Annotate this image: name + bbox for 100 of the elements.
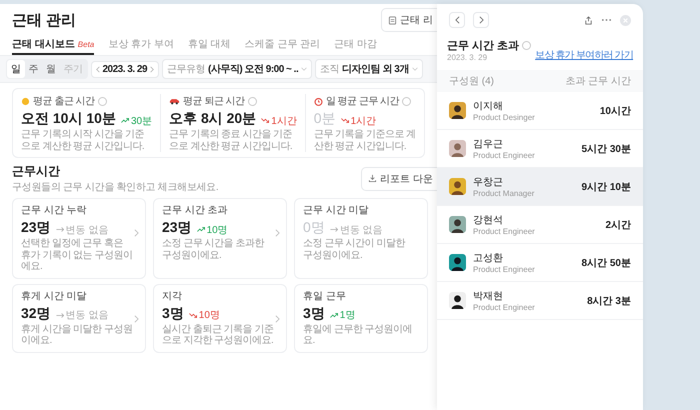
report-download-button[interactable]: 리포트 다운: [361, 166, 437, 190]
chevron-right-icon[interactable]: [150, 66, 154, 72]
share-icon[interactable]: [584, 16, 593, 24]
stat-value: 0분: [314, 110, 336, 128]
trend-change: 10명: [206, 224, 228, 236]
member-role: Product Engineer: [473, 303, 536, 312]
trend-change: 30분: [130, 114, 152, 128]
chevron-right-icon: [275, 229, 280, 237]
member-role: Product Engineer: [473, 227, 536, 236]
caret-down-icon: [412, 67, 418, 71]
stat-label: 평균 출근 시간: [33, 95, 95, 108]
trend-change: 10명: [198, 309, 220, 322]
trend-change: 변동 없음: [66, 309, 108, 322]
member-row[interactable]: 박재현 Product Engineer 8시간 3분: [437, 282, 643, 320]
member-name: 김우근: [473, 138, 504, 151]
card-title: 근무 시간 누락: [21, 204, 88, 217]
chevron-left-icon: [454, 16, 460, 24]
member-row[interactable]: 강현석 Product Engineer 2시간: [437, 206, 643, 244]
member-role: Product Engineer: [473, 151, 536, 160]
more-icon[interactable]: [601, 18, 612, 22]
organization-dropdown[interactable]: 조직 디자인팀 외 3개: [315, 59, 423, 79]
card-description: 소정 근무 시간이 미달한 구성원이에요.: [303, 238, 406, 261]
chevron-right-icon: [275, 314, 280, 322]
section-subtitle: 구성원들의 근무 시간을 확인하고 체크해보세요.: [12, 181, 218, 194]
member-name: 우창근: [473, 176, 504, 189]
beta-label: Beta: [78, 40, 94, 49]
trend-change: 변동 없음: [66, 224, 108, 236]
forward-button[interactable]: [473, 12, 489, 28]
stat-description: 근무 기록의 시작 시간을 기준으로 계산한 평균 시간입니다.: [21, 129, 146, 152]
card-value: 23명: [162, 219, 192, 237]
column-header: 구성원 (4): [449, 75, 494, 88]
stat-label: 일 평균 근무 시간: [326, 95, 400, 108]
card-description: 소정 근무 시간을 초과한 구성원이에요.: [162, 238, 266, 261]
stat-description: 근무 기록을 기준으로 계산한 평균 시간입니다.: [314, 129, 416, 152]
info-icon: [98, 96, 107, 106]
info-icon: [402, 96, 412, 106]
column-header: 초과 근무 시간: [565, 75, 631, 88]
chevron-right-icon: [478, 16, 484, 24]
alarm-clock-icon: [314, 96, 323, 106]
member-role: Product Desinger: [473, 113, 536, 122]
card-description: 휴게 시간을 미달한 구성원이에요.: [21, 324, 133, 346]
info-icon: [248, 96, 257, 106]
stat-value: 오후 8시 20분: [169, 110, 256, 128]
compensation-leave-link[interactable]: 보상 휴가 부여하러 가기: [535, 48, 634, 62]
stat-label: 평균 퇴근 시간: [183, 95, 245, 108]
download-icon: [368, 174, 378, 183]
card-value: 23명: [21, 219, 51, 237]
card-title: 휴일 근무: [303, 290, 347, 302]
metric-card[interactable]: 휴일 근무 3명 1명 휴일에 근무한 구성원이에요.: [294, 284, 428, 352]
info-icon: [522, 41, 532, 50]
card-description: 휴일에 근무한 구성원이에요.: [303, 324, 414, 346]
metric-card[interactable]: 휴게 시간 미달 32명 변동 없음 휴게 시간을 미달한 구성원이에요.: [12, 284, 146, 352]
stat-description: 근무 기록의 종료 시간을 기준으로 계산한 평균 시간입니다.: [169, 129, 294, 152]
card-title: 휴게 시간 미달: [21, 290, 88, 302]
overtime-value: 10시간: [600, 104, 631, 118]
member-name: 강현석: [473, 214, 504, 227]
card-title: 지각: [162, 290, 183, 302]
panel-title: 근무 시간 초과: [447, 39, 520, 53]
page-title: 근태 관리: [12, 10, 76, 30]
work-type-dropdown[interactable]: 근무유형 (사무직) 오전 9:00 ~ ..: [162, 59, 312, 79]
overtime-value: 8시간 3분: [587, 294, 631, 308]
caret-down-icon: [301, 67, 308, 71]
chevron-right-icon: [134, 229, 139, 237]
card-value: 3명: [303, 304, 325, 322]
date-text: 2023. 3. 29: [102, 64, 148, 74]
overtime-value: 5시간 30분: [582, 142, 631, 156]
period-tab[interactable]: 일: [7, 60, 24, 78]
car-icon: [169, 97, 180, 105]
stat-value: 오전 10시 10분: [21, 110, 116, 128]
chevron-right-icon: [134, 314, 139, 322]
member-row[interactable]: 이지해 Product Desinger 10시간: [437, 92, 643, 130]
trend-change: 1명: [340, 309, 356, 322]
trend-change: 1시간: [271, 114, 297, 128]
member-row[interactable]: 우창근 Product Manager 9시간 10분: [437, 168, 643, 206]
metric-card[interactable]: 지각 3명 10명 실시간 출퇴근 기록을 기준으로 지각한 구성원이에요.: [153, 284, 287, 352]
trend-change: 1시간: [350, 114, 376, 128]
overtime-value: 8시간 50분: [582, 256, 631, 270]
header-button[interactable]: 근태 리: [381, 8, 437, 32]
card-description: 실시간 출퇴근 기록을 기준으로 지각한 구성원이에요.: [162, 324, 274, 346]
overtime-value: 2시간: [605, 218, 631, 232]
member-row[interactable]: 고성환 Product Engineer 8시간 50분: [437, 244, 643, 282]
panel-date: 2023. 3. 29: [447, 53, 488, 62]
back-button[interactable]: [449, 12, 465, 28]
document-icon: [388, 16, 398, 24]
member-name: 박재현: [473, 290, 504, 303]
member-name: 이지해: [473, 100, 504, 113]
trend-change: 변동 없음: [340, 224, 383, 236]
metric-card[interactable]: 근무 시간 누락 23명 변동 없음 선택한 일정에 근무 혹은 휴가 기록이 없는 구성원이에요.: [12, 198, 146, 278]
metric-card[interactable]: 근무 시간 초과 23명 10명 소정 근무 시간을 초과한 구성원이에요.: [153, 198, 287, 278]
section-title: 근무시간: [12, 163, 61, 180]
date-picker[interactable]: 2023. 3. 29: [90, 60, 160, 78]
sun-icon: [21, 96, 30, 106]
card-description: 선택한 일정에 근무 혹은 휴가 기록이 없는 구성원이에요.: [21, 238, 133, 272]
card-title: 근무 시간 초과: [162, 204, 229, 217]
chevron-left-icon[interactable]: [96, 66, 100, 72]
card-value: 3명: [162, 304, 184, 322]
period-tab[interactable]: 월: [42, 60, 60, 78]
metric-card[interactable]: 근무 시간 미달 0명 변동 없음 소정 근무 시간이 미달한 구성원이에요.: [294, 198, 428, 278]
period-tab[interactable]: 주: [24, 60, 42, 78]
member-role: Product Engineer: [473, 265, 536, 274]
